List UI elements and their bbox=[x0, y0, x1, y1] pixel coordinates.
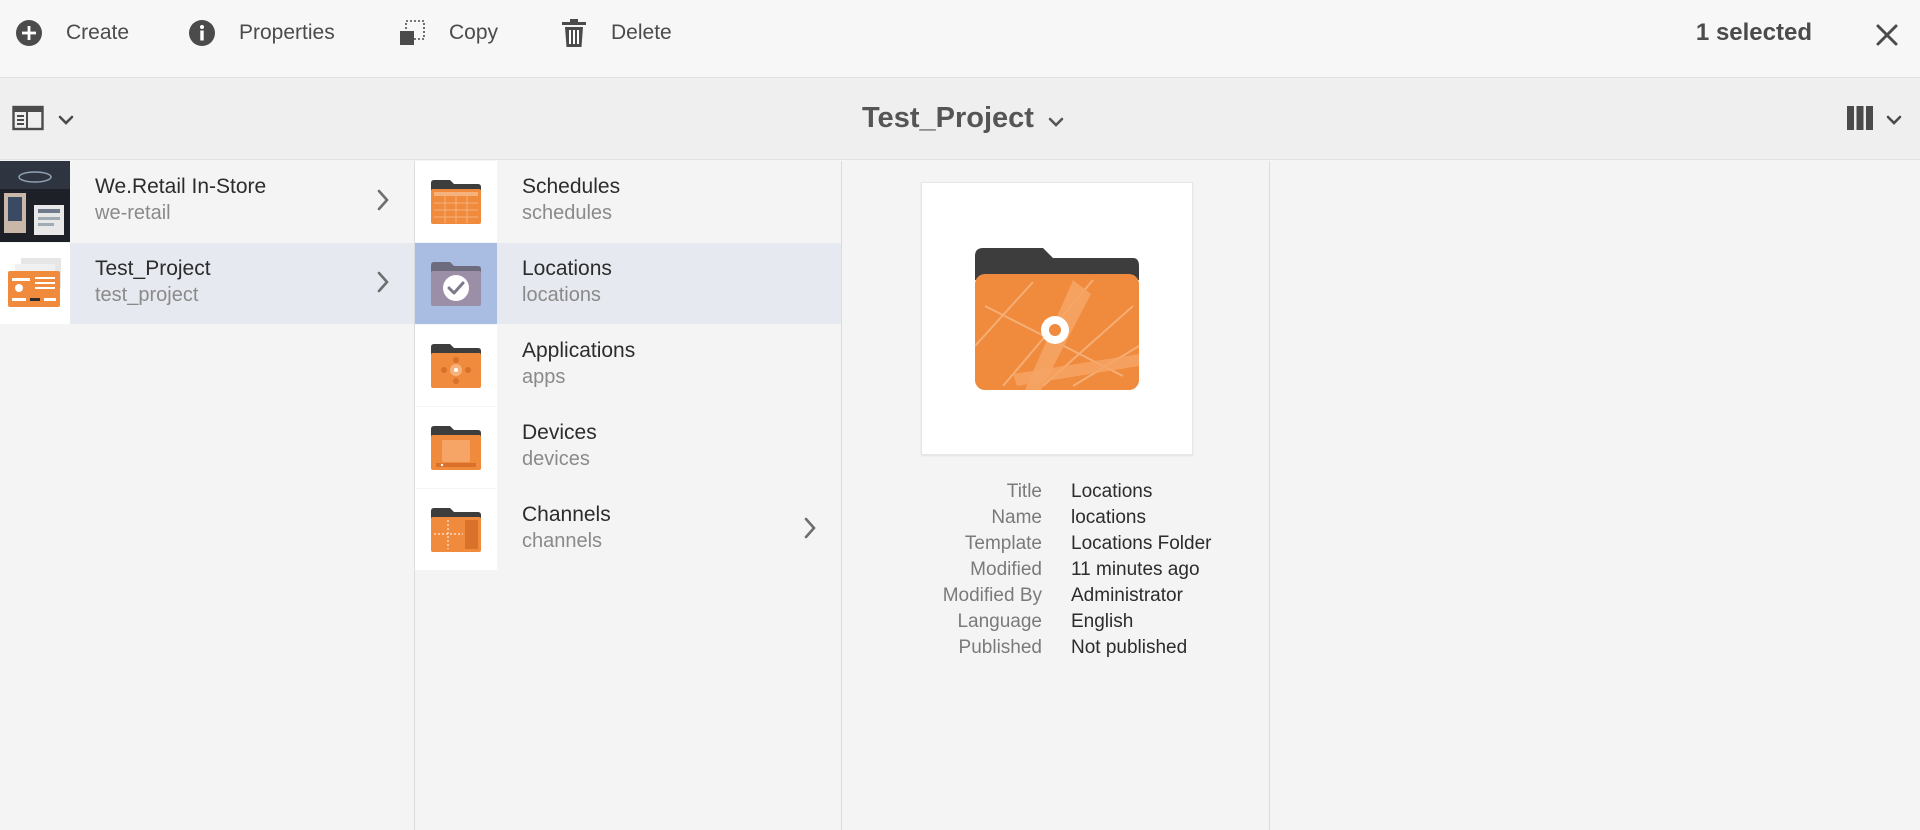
chevron-right-icon[interactable] bbox=[376, 270, 390, 299]
item-name: devices bbox=[522, 448, 590, 470]
we-retail-thumbnail bbox=[0, 161, 70, 242]
test-project-thumbnail bbox=[0, 243, 70, 324]
item-name: test_project bbox=[95, 284, 199, 306]
item-name: we-retail bbox=[95, 202, 171, 224]
action-bar: Create Properties Copy Delete 1 selected bbox=[0, 0, 1920, 78]
create-label: Create bbox=[66, 21, 130, 44]
item-name: apps bbox=[522, 366, 566, 388]
meta-value: Administrator bbox=[1071, 585, 1183, 606]
rail-toggle-button[interactable] bbox=[12, 105, 74, 136]
close-selection-icon[interactable] bbox=[1872, 20, 1902, 50]
chevron-down-icon bbox=[1886, 112, 1902, 130]
devices-folder-icon bbox=[415, 407, 497, 488]
item-title: Channels bbox=[522, 503, 611, 526]
rail-toggle-icon bbox=[12, 105, 44, 136]
preview-metadata: Title Locations Name locations Template … bbox=[842, 481, 1270, 663]
properties-button[interactable]: Properties bbox=[187, 16, 335, 50]
meta-value: Locations Folder bbox=[1071, 533, 1212, 554]
add-circle-icon bbox=[14, 18, 44, 48]
meta-label: Modified By bbox=[942, 585, 1042, 606]
delete-label: Delete bbox=[611, 21, 672, 44]
meta-label: Language bbox=[957, 611, 1042, 632]
list-item[interactable]: Devices devices bbox=[415, 407, 841, 488]
column-projects: We.Retail In-Store we-retail Test_Projec… bbox=[0, 161, 415, 830]
selected-check-icon bbox=[415, 243, 497, 324]
page-title[interactable]: Test_Project bbox=[862, 102, 1064, 135]
item-title: Applications bbox=[522, 339, 636, 362]
trash-icon bbox=[559, 18, 589, 48]
chevron-right-icon[interactable] bbox=[376, 188, 390, 217]
list-item[interactable]: Locations locations bbox=[415, 243, 841, 324]
info-icon bbox=[187, 18, 217, 48]
meta-label: Modified bbox=[970, 559, 1042, 580]
properties-label: Properties bbox=[239, 21, 335, 44]
locations-folder-icon bbox=[974, 247, 1140, 390]
meta-name-row: Name locations bbox=[842, 507, 1270, 533]
meta-value: 11 minutes ago bbox=[1071, 559, 1200, 580]
column-view-icon bbox=[1846, 104, 1874, 137]
page-title-text: Test_Project bbox=[862, 102, 1034, 134]
item-title: We.Retail In-Store bbox=[95, 175, 267, 198]
item-title: Devices bbox=[522, 421, 597, 444]
column-project-folders: Schedules schedules Locations locations bbox=[415, 161, 842, 830]
meta-value: Not published bbox=[1071, 637, 1188, 658]
chevron-down-icon bbox=[58, 112, 74, 130]
meta-title-row: Title Locations bbox=[842, 481, 1270, 507]
copy-label: Copy bbox=[449, 21, 499, 44]
column-empty bbox=[1270, 161, 1920, 830]
item-name: schedules bbox=[522, 202, 613, 224]
create-button[interactable]: Create bbox=[14, 16, 129, 50]
copy-button[interactable]: Copy bbox=[397, 16, 498, 50]
view-switcher-button[interactable] bbox=[1846, 104, 1902, 137]
meta-value: Locations bbox=[1071, 481, 1153, 502]
list-item[interactable]: Channels channels bbox=[415, 489, 841, 570]
item-name: locations bbox=[522, 284, 601, 306]
meta-label: Published bbox=[958, 637, 1042, 658]
delete-button[interactable]: Delete bbox=[559, 16, 672, 50]
copy-icon bbox=[397, 18, 427, 48]
item-title: Schedules bbox=[522, 175, 621, 198]
meta-modified-by-row: Modified By Administrator bbox=[842, 585, 1270, 611]
list-item[interactable]: Applications apps bbox=[415, 325, 841, 406]
chevron-right-icon[interactable] bbox=[803, 516, 817, 545]
meta-label: Title bbox=[1006, 481, 1042, 502]
meta-label: Name bbox=[991, 507, 1042, 528]
preview-thumbnail bbox=[921, 182, 1193, 455]
item-title: Test_Project bbox=[95, 257, 211, 280]
meta-label: Template bbox=[964, 533, 1042, 554]
title-bar: Test_Project bbox=[0, 78, 1920, 160]
list-item[interactable]: Schedules schedules bbox=[415, 161, 841, 242]
applications-folder-icon bbox=[415, 325, 497, 406]
meta-published-row: Published Not published bbox=[842, 637, 1270, 663]
list-item[interactable]: We.Retail In-Store we-retail bbox=[0, 161, 414, 242]
column-preview: Title Locations Name locations Template … bbox=[842, 161, 1270, 830]
selection-count: 1 selected bbox=[1695, 19, 1812, 46]
meta-language-row: Language English bbox=[842, 611, 1270, 637]
list-item[interactable]: Test_Project test_project bbox=[0, 243, 414, 324]
channels-folder-icon bbox=[415, 489, 497, 570]
meta-modified-row: Modified 11 minutes ago bbox=[842, 559, 1270, 585]
meta-template-row: Template Locations Folder bbox=[842, 533, 1270, 559]
meta-value: locations bbox=[1071, 507, 1146, 528]
meta-value: English bbox=[1071, 611, 1134, 632]
item-name: channels bbox=[522, 530, 603, 552]
chevron-down-icon bbox=[1048, 102, 1064, 135]
item-title: Locations bbox=[522, 257, 612, 280]
schedules-folder-icon bbox=[415, 161, 497, 242]
